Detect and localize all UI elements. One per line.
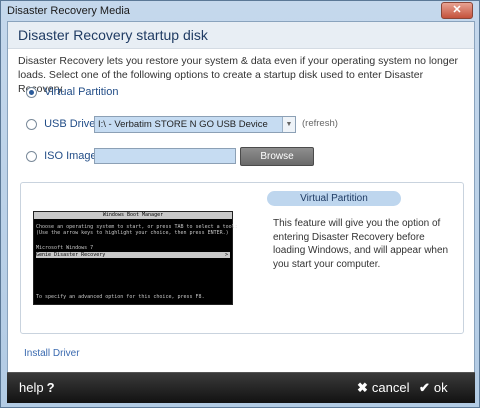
help-label: help (19, 380, 44, 395)
boot-screen-line: (Use the arrow keys to highlight your ch… (36, 230, 229, 236)
chevron-down-icon[interactable]: ▼ (282, 117, 295, 132)
usb-drive-label: USB Drive (44, 118, 96, 130)
browse-button[interactable]: Browse (240, 147, 314, 166)
dialog-content: Disaster Recovery startup disk Disaster … (7, 21, 475, 403)
usb-device-select[interactable]: I:\ - Verbatim STORE N GO USB Device ▼ (94, 116, 296, 133)
option-usb-drive[interactable]: USB Drive (26, 118, 95, 130)
checkmark-icon: ✔ (419, 380, 430, 395)
option-iso-image[interactable]: ISO Image (26, 150, 97, 162)
question-icon: ? (46, 380, 55, 395)
footer-bar: help? ✖ cancel ✔ ok (7, 372, 475, 403)
boot-screen-footer: To specify an advanced option for this c… (36, 294, 205, 300)
iso-image-radio[interactable] (26, 150, 37, 162)
boot-screen-item: Genie Disaster Recovery (36, 252, 106, 258)
boot-manager-preview: Windows Boot Manager Choose an operating… (33, 211, 238, 305)
cancel-button[interactable]: ✖ cancel (357, 380, 409, 396)
ok-label: ok (433, 380, 448, 395)
cancel-label: cancel (371, 380, 410, 395)
page-title: Disaster Recovery startup disk (18, 27, 208, 43)
virtual-partition-label: Virtual Partition (44, 86, 119, 98)
virtual-partition-radio[interactable] (26, 86, 37, 98)
ok-button[interactable]: ✔ ok (419, 380, 448, 396)
iso-image-label: ISO Image (44, 150, 97, 162)
info-panel: Virtual Partition Windows Boot Manager C… (20, 182, 464, 334)
boot-screen-title: Windows Boot Manager (34, 212, 232, 219)
refresh-link[interactable]: (refresh) (302, 118, 338, 129)
help-button[interactable]: help? (19, 380, 55, 395)
heading-band: Disaster Recovery startup disk (8, 22, 474, 49)
info-panel-text: This feature will give you the option of… (273, 218, 449, 270)
selection-marker: > (224, 252, 228, 258)
title-bar[interactable]: Disaster Recovery Media ✕ (1, 1, 479, 21)
boot-screen-item: Microsoft Windows 7 (36, 245, 94, 251)
window-title: Disaster Recovery Media (7, 5, 130, 17)
virtual-partition-badge: Virtual Partition (267, 191, 401, 206)
close-icon: ✖ (357, 380, 368, 395)
usb-drive-radio[interactable] (26, 118, 37, 130)
usb-device-value: I:\ - Verbatim STORE N GO USB Device (98, 119, 268, 130)
iso-path-input[interactable] (94, 148, 236, 164)
close-icon: ✕ (452, 4, 462, 16)
dialog-window: Disaster Recovery Media ✕ Disaster Recov… (0, 0, 480, 408)
close-button[interactable]: ✕ (441, 2, 473, 19)
boot-screen-selected-item: Genie Disaster Recovery > (36, 252, 230, 258)
install-driver-link[interactable]: Install Driver (24, 348, 80, 359)
option-virtual-partition[interactable]: Virtual Partition (26, 86, 118, 98)
